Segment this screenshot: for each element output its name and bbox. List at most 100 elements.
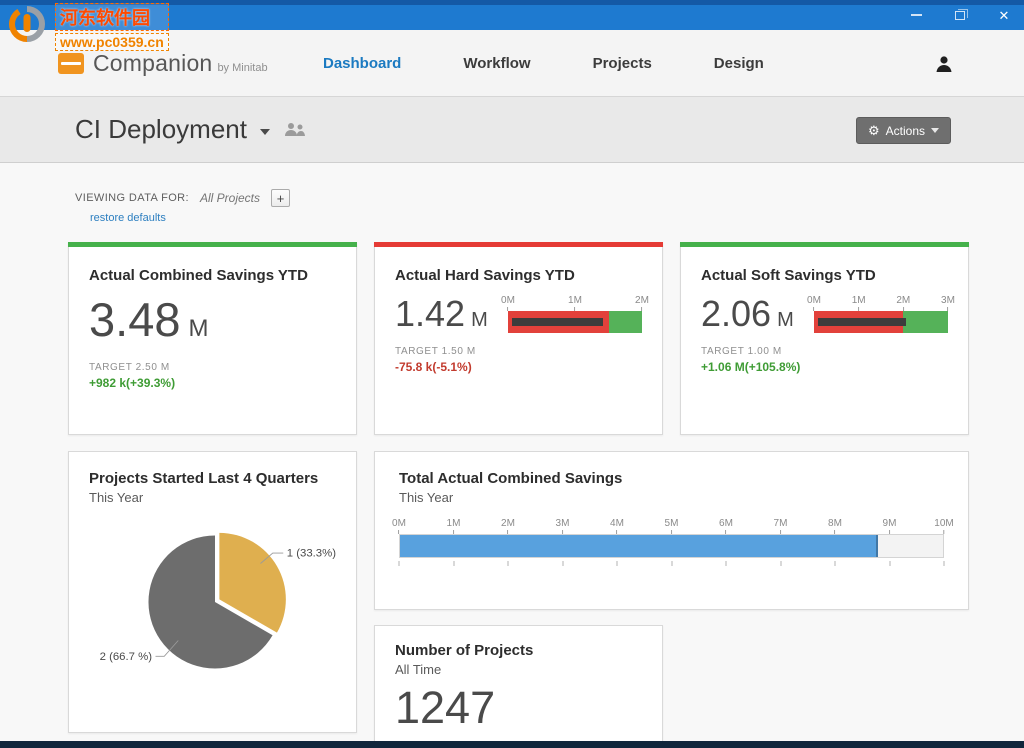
axis-tick-mark [726, 561, 727, 566]
metric-unit: M [777, 309, 794, 332]
bullet-zone-above-target [609, 311, 643, 333]
watermark-text: 河东软件园 www.pc0359.cn [55, 3, 169, 51]
card-title: Actual Soft Savings YTD [701, 267, 948, 284]
page-title-row: CI Deployment [75, 97, 307, 162]
nav-tab-dashboard[interactable]: Dashboard [323, 55, 401, 72]
actions-button-label: Actions [886, 124, 925, 138]
bar-axis-labels: 0M1M2M3M4M5M6M7M8M9M10M [399, 519, 944, 534]
pie-slice-1-label: 1 (33.3%) [287, 548, 336, 560]
card-subtitle: All Time [395, 662, 642, 677]
watermark-logo-icon [6, 3, 48, 43]
main-nav: Dashboard Workflow Projects Design [323, 30, 764, 96]
bar-fill [400, 535, 878, 557]
filter-label: VIEWING DATA FOR: [75, 192, 189, 204]
card-combined-savings: Actual Combined Savings YTD 3.48 M TARGE… [68, 242, 357, 435]
bullet-axis: 0M1M2M [508, 296, 642, 311]
delta-label: +1.06 M(+105.8%) [701, 360, 948, 374]
caret-down-icon [931, 128, 939, 133]
card-subtitle: This Year [399, 490, 944, 505]
card-title: Number of Projects [395, 642, 642, 659]
filter-value: All Projects [200, 191, 260, 205]
nav-tab-projects[interactable]: Projects [593, 55, 652, 72]
axis-tick-mark [617, 561, 618, 566]
bullet-actual-marker [512, 318, 603, 326]
app-window: ✕ 河东软件园 www.pc0359.cn Companion by Minit… [0, 0, 1024, 748]
brand-byline: by Minitab [217, 62, 267, 74]
metric-number: 3.48 [89, 296, 180, 343]
site-watermark: 河东软件园 www.pc0359.cn [6, 3, 169, 51]
card-projects-started: Projects Started Last 4 Quarters This Ye… [68, 451, 357, 733]
axis-tick-mark [562, 561, 563, 566]
window-controls: ✕ [908, 8, 1012, 22]
metric-row: 2.06 M 0M1M2M3M [701, 296, 948, 333]
actions-button[interactable]: ⚙ Actions [856, 117, 951, 144]
card-subtitle: This Year [89, 490, 336, 505]
metric-unit: M [471, 309, 488, 332]
minimize-button[interactable] [908, 8, 924, 22]
bullet-bar [508, 311, 642, 333]
user-icon [934, 54, 954, 74]
axis-tick-mark [399, 561, 400, 566]
brand-name: Companion [93, 50, 212, 77]
axis-tick-mark [671, 561, 672, 566]
axis-tick-mark [780, 561, 781, 566]
target-label: TARGET 1.50 M [395, 346, 642, 357]
target-label: TARGET 1.00 M [701, 346, 948, 357]
card-title: Projects Started Last 4 Quarters [89, 470, 336, 487]
close-button[interactable]: ✕ [996, 8, 1012, 22]
add-filter-button[interactable]: + [271, 189, 290, 207]
axis-tick-label: 0M [392, 519, 406, 534]
bullet-axis: 0M1M2M3M [814, 296, 948, 311]
bullet-zone-above-target [903, 311, 948, 333]
axis-tick-label: 0M [807, 296, 821, 311]
axis-tick-label: 2M [635, 296, 649, 311]
pie-chart: 1 (33.3%) 2 (66.7 %) [89, 511, 341, 693]
delta-label: +982 k(+39.3%) [89, 376, 336, 390]
card-title: Total Actual Combined Savings [399, 470, 944, 487]
axis-tick-label: 1M [568, 296, 582, 311]
filter-area: VIEWING DATA FOR: All Projects + restore… [75, 189, 290, 226]
page-title: CI Deployment [75, 114, 247, 145]
axis-tick-mark [889, 561, 890, 566]
nav-tab-design[interactable]: Design [714, 55, 764, 72]
metric-unit: M [188, 315, 208, 343]
bar-chart: 0M1M2M3M4M5M6M7M8M9M10M [399, 519, 944, 568]
axis-tick-mark [944, 561, 945, 566]
axis-tick-label: 10M [934, 519, 953, 534]
card-accent-bar [374, 242, 663, 247]
axis-tick-label: 2M [896, 296, 910, 311]
axis-tick-mark [453, 561, 454, 566]
bullet-chart: 0M1M2M3M [814, 296, 948, 333]
axis-tick-label: 8M [828, 519, 842, 534]
axis-tick-label: 1M [447, 519, 461, 534]
axis-tick-mark [835, 561, 836, 566]
axis-tick-label: 2M [501, 519, 515, 534]
axis-tick-label: 0M [501, 296, 515, 311]
metric-value: 2.06 M [701, 296, 814, 332]
gear-icon: ⚙ [868, 124, 880, 137]
minimize-icon [911, 14, 922, 16]
page-header: CI Deployment ⚙ Actions [0, 97, 1024, 163]
nav-tab-workflow[interactable]: Workflow [463, 55, 530, 72]
metric-value: 1247 [395, 685, 642, 730]
metric-value: 3.48 M [89, 296, 336, 343]
bullet-bar [814, 311, 948, 333]
restore-defaults-link[interactable]: restore defaults [90, 212, 166, 224]
bullet-chart: 0M1M2M [508, 296, 642, 333]
maximize-button[interactable] [952, 8, 968, 22]
bar-track [399, 534, 944, 558]
delta-label: -75.8 k(-5.1%) [395, 360, 642, 374]
bar-axis-marks [399, 561, 944, 568]
axis-tick-label: 7M [774, 519, 788, 534]
shared-users-icon [283, 122, 307, 137]
dashboard-selector-caret-icon[interactable] [260, 129, 270, 135]
card-accent-bar [680, 242, 969, 247]
watermark-site-url: www.pc0359.cn [55, 33, 169, 51]
user-account-button[interactable] [934, 54, 954, 79]
metric-row: 1.42 M 0M1M2M [395, 296, 642, 333]
close-icon: ✕ [999, 9, 1010, 22]
axis-tick-label: 5M [665, 519, 679, 534]
card-total-combined-savings: Total Actual Combined Savings This Year … [374, 451, 969, 610]
card-number-of-projects: Number of Projects All Time 1247 [374, 625, 663, 748]
watermark-site-name: 河东软件园 [55, 3, 169, 31]
